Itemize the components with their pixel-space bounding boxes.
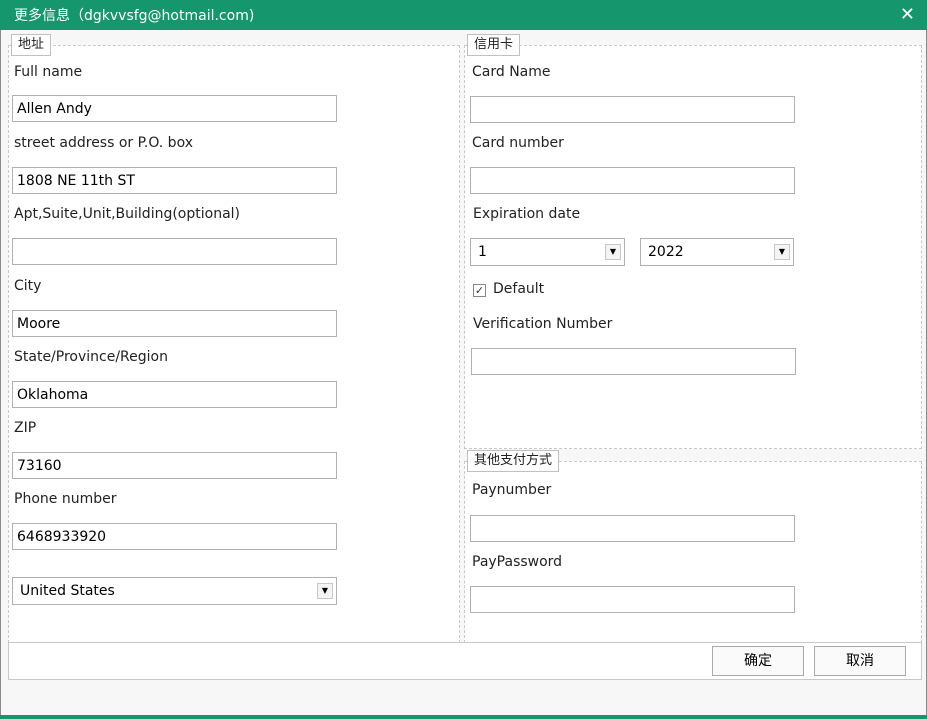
other-payment-group: 其他支付方式 Paynumber PayPassword [464, 450, 922, 643]
verification-input[interactable] [471, 348, 796, 375]
expiration-label: Expiration date [473, 206, 581, 222]
credit-card-legend: 信用卡 [467, 34, 521, 56]
verification-label: Verification Number [473, 316, 613, 332]
card-number-input[interactable] [470, 167, 795, 194]
full-name-input[interactable] [12, 95, 337, 122]
full-name-label: Full name [14, 64, 83, 80]
paypassword-input[interactable] [470, 586, 795, 613]
street-label: street address or P.O. box [14, 135, 193, 151]
apt-input[interactable] [12, 238, 337, 265]
city-label: City [14, 278, 42, 294]
country-value: United States [20, 583, 115, 599]
state-input[interactable] [12, 381, 337, 408]
title-bar: 更多信息（dgkvvsfg@hotmail.com) ✕ [0, 0, 927, 30]
chevron-down-icon[interactable]: ▼ [774, 244, 790, 260]
address-legend: 地址 [11, 34, 52, 56]
card-number-label: Card number [472, 135, 564, 151]
zip-input[interactable] [12, 452, 337, 479]
country-select[interactable]: United States ▼ [12, 577, 337, 605]
apt-label: Apt,Suite,Unit,Building(optional) [14, 206, 241, 222]
paynumber-input[interactable] [470, 515, 795, 542]
default-label: Default [493, 281, 545, 297]
card-name-input[interactable] [470, 96, 795, 123]
bottom-border [0, 715, 927, 719]
phone-label: Phone number [14, 491, 117, 507]
exp-year-value: 2022 [648, 244, 684, 260]
footer-bar: 确定 取消 [8, 642, 922, 680]
exp-year-select[interactable]: 2022 ▼ [640, 238, 794, 266]
window-title: 更多信息（dgkvvsfg@hotmail.com) [14, 8, 255, 24]
paypassword-label: PayPassword [472, 554, 563, 570]
ok-button[interactable]: 确定 [712, 646, 804, 676]
other-payment-legend: 其他支付方式 [467, 450, 560, 472]
exp-month-value: 1 [478, 244, 487, 260]
default-checkbox[interactable]: ✓ [473, 284, 486, 297]
card-name-label: Card Name [472, 64, 551, 80]
zip-label: ZIP [14, 420, 37, 436]
paynumber-label: Paynumber [472, 482, 552, 498]
chevron-down-icon[interactable]: ▼ [605, 244, 621, 260]
credit-card-group: 信用卡 Card Name Card number Expiration dat… [464, 34, 922, 449]
phone-input[interactable] [12, 523, 337, 550]
city-input[interactable] [12, 310, 337, 337]
state-label: State/Province/Region [14, 349, 168, 365]
street-input[interactable] [12, 167, 337, 194]
chevron-down-icon[interactable]: ▼ [317, 583, 333, 599]
exp-month-select[interactable]: 1 ▼ [470, 238, 625, 266]
address-group: 地址 Full name street address or P.O. box … [8, 34, 460, 643]
cancel-button[interactable]: 取消 [814, 646, 906, 676]
close-icon[interactable]: ✕ [900, 4, 915, 25]
